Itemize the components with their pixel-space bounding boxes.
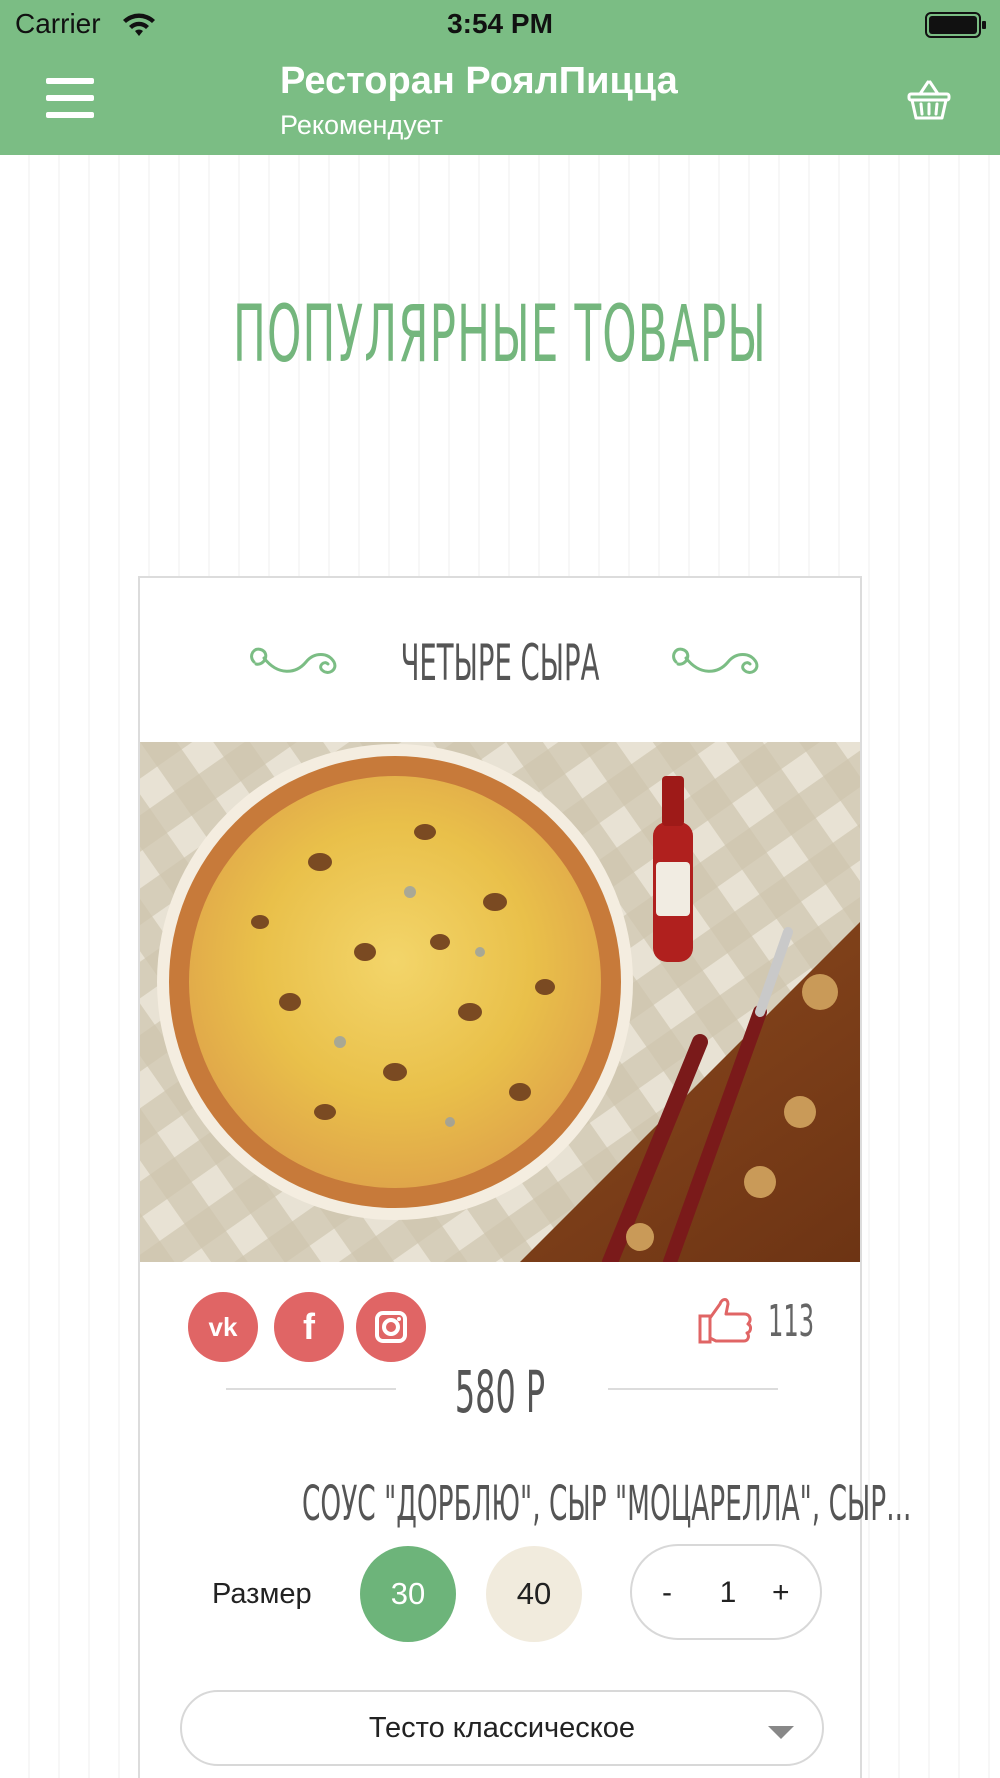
battery-icon bbox=[925, 12, 986, 38]
menu-icon[interactable] bbox=[46, 78, 94, 120]
size-label: Размер bbox=[212, 1578, 312, 1610]
product-image[interactable] bbox=[140, 742, 860, 1262]
quantity-value: 1 bbox=[719, 1576, 737, 1609]
product-price: 580 Р bbox=[454, 1358, 546, 1426]
quantity-stepper: - 1 + bbox=[630, 1544, 822, 1640]
section-title: ПОПУЛЯРНЫЕ ТОВАРЫ bbox=[233, 290, 767, 380]
thumbs-up-icon[interactable] bbox=[696, 1294, 754, 1346]
quantity-increment-button[interactable]: + bbox=[772, 1576, 790, 1610]
vk-icon: vk bbox=[208, 1312, 238, 1342]
vk-share-button[interactable]: vk bbox=[188, 1292, 258, 1362]
nav-bar: Ресторан РоялПицца Рекомендует bbox=[0, 50, 1000, 155]
facebook-icon: f bbox=[303, 1306, 315, 1347]
dough-selected-value: Тесто классическое bbox=[368, 1712, 636, 1744]
quantity-decrement-button[interactable]: - bbox=[662, 1576, 672, 1610]
facebook-share-button[interactable]: f bbox=[274, 1292, 344, 1362]
nav-subtitle: Рекомендует bbox=[280, 110, 443, 140]
product-ingredients: СОУС "ДОРБЛЮ", СЫР "МОЦАРЕЛЛА", СЫР... bbox=[302, 1476, 912, 1532]
product-name: ЧЕТЫРЕ СЫРА bbox=[400, 634, 600, 692]
nav-title: Ресторан РоялПицца bbox=[280, 60, 678, 102]
ornament-right-icon bbox=[672, 647, 759, 674]
status-bar: Carrier 3:54 PM bbox=[0, 0, 1000, 50]
size-option-30[interactable]: 30 bbox=[360, 1546, 456, 1642]
chevron-down-icon bbox=[768, 1726, 794, 1739]
dough-select[interactable]: Тесто классическое bbox=[180, 1690, 824, 1766]
instagram-icon bbox=[375, 1311, 407, 1343]
price-divider-right bbox=[608, 1388, 778, 1390]
clock: 3:54 PM bbox=[447, 8, 553, 39]
product-card: ЧЕТЫРЕ СЫРА vk f 113 580 Р СОУС "ДОРБЛЮ"… bbox=[138, 576, 912, 1778]
basket-icon[interactable] bbox=[906, 76, 952, 122]
instagram-share-button[interactable] bbox=[356, 1292, 426, 1362]
like-count: 113 bbox=[768, 1296, 815, 1347]
size-option-40[interactable]: 40 bbox=[486, 1546, 582, 1642]
